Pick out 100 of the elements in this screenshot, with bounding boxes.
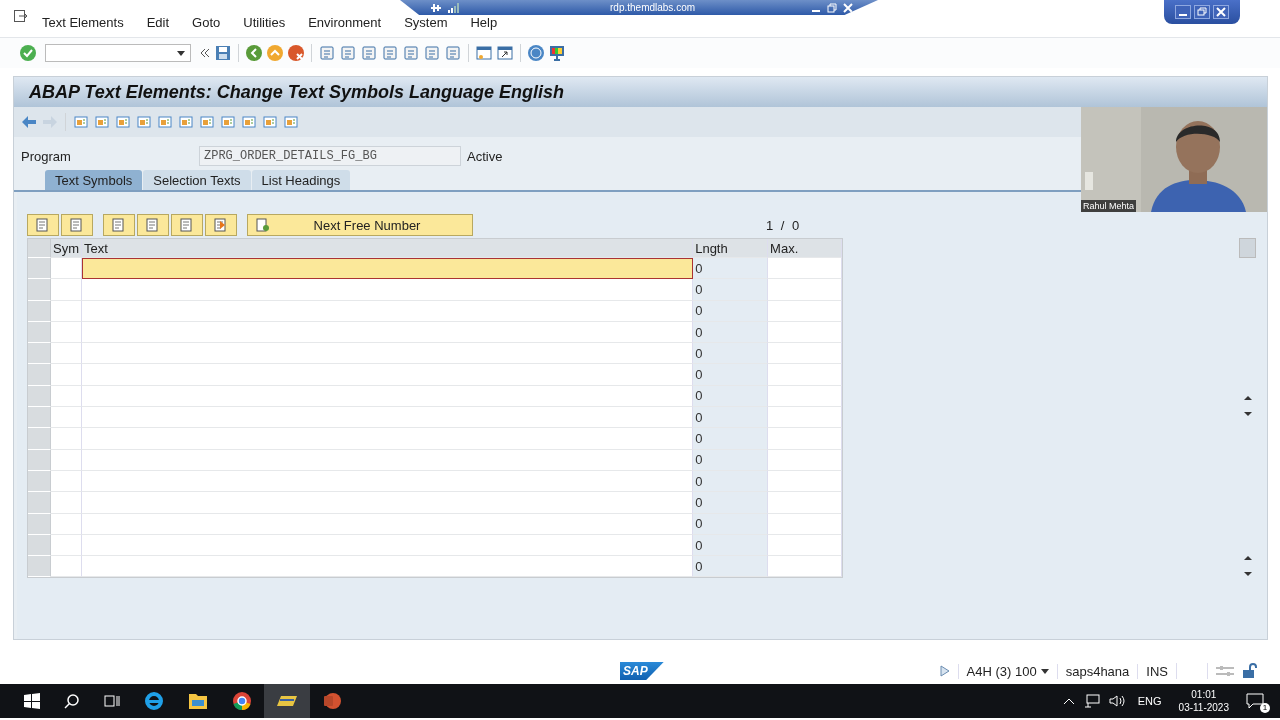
copy-button[interactable] xyxy=(171,214,203,236)
menu-item[interactable]: Text Elements xyxy=(42,15,124,30)
help-icon[interactable] xyxy=(528,45,544,61)
restore-icon[interactable] xyxy=(827,2,838,13)
insert-row-button[interactable] xyxy=(27,214,59,236)
table-cell[interactable] xyxy=(50,321,82,344)
clock-time[interactable]: 01:01 xyxy=(1191,688,1217,701)
table-cell[interactable] xyxy=(50,556,82,578)
pin-icon[interactable] xyxy=(430,2,442,13)
table-cell[interactable] xyxy=(81,534,694,557)
row-selector[interactable] xyxy=(28,300,51,322)
table-cell[interactable] xyxy=(81,364,694,386)
table-cell[interactable] xyxy=(81,300,694,322)
row-selector[interactable] xyxy=(28,279,51,301)
row-selector[interactable] xyxy=(28,321,51,344)
tab[interactable]: List Headings xyxy=(251,170,351,190)
row-selector[interactable] xyxy=(28,492,51,514)
task-view-icon[interactable] xyxy=(104,693,120,709)
run-button[interactable] xyxy=(205,214,237,236)
table-cell[interactable] xyxy=(50,258,82,280)
menu-item[interactable]: Edit xyxy=(146,15,170,30)
table-cell[interactable] xyxy=(81,513,694,535)
menu-item[interactable]: System xyxy=(404,15,448,30)
table-cell[interactable] xyxy=(768,449,842,471)
table-cell[interactable] xyxy=(768,470,842,493)
scroll-arrows-icon[interactable] xyxy=(1242,554,1253,579)
cancel-icon[interactable] xyxy=(288,45,304,61)
table-cell[interactable] xyxy=(81,492,694,514)
table-cell[interactable] xyxy=(768,321,842,344)
language-indicator[interactable]: ENG xyxy=(1137,695,1162,707)
menu-item[interactable]: Utilities xyxy=(243,15,286,30)
minimize-icon[interactable] xyxy=(1175,5,1191,19)
tab[interactable]: Selection Texts xyxy=(143,170,251,190)
row-selector[interactable] xyxy=(28,470,51,493)
table-cell[interactable] xyxy=(768,258,842,280)
table-cell[interactable] xyxy=(50,470,82,493)
table-cell[interactable] xyxy=(50,407,82,429)
caret-icon[interactable] xyxy=(1040,668,1049,674)
menu-item[interactable]: Environment xyxy=(308,15,382,30)
tab[interactable]: Text Symbols xyxy=(45,170,143,190)
network-icon[interactable] xyxy=(1083,694,1100,708)
table-cell[interactable] xyxy=(768,556,842,578)
play-icon[interactable] xyxy=(939,665,950,677)
table-cell[interactable] xyxy=(50,513,82,535)
speaker-icon[interactable] xyxy=(1108,694,1125,708)
add-row-button[interactable] xyxy=(103,214,135,236)
collapse-icon[interactable] xyxy=(200,48,210,58)
row-selector[interactable] xyxy=(28,343,51,365)
table-cell[interactable] xyxy=(768,513,842,535)
search-icon[interactable] xyxy=(64,693,80,709)
table-cell[interactable] xyxy=(81,470,694,493)
program-field[interactable]: ZPRG_ORDER_DETAILS_FG_BG xyxy=(199,146,461,166)
table-cell[interactable] xyxy=(768,300,842,322)
row-selector[interactable] xyxy=(28,385,51,408)
row-selector[interactable] xyxy=(28,513,51,535)
table-cell[interactable] xyxy=(50,364,82,386)
table-cell[interactable] xyxy=(81,407,694,429)
table-cell[interactable] xyxy=(81,428,694,450)
shortcut-icon[interactable] xyxy=(497,45,513,61)
next-free-number-button[interactable]: Next Free Number xyxy=(247,214,473,236)
table-cell[interactable] xyxy=(50,279,82,301)
new-session-icon[interactable] xyxy=(476,45,492,61)
select-all-cell[interactable] xyxy=(28,239,51,258)
notifications-button[interactable]: 1 xyxy=(1246,689,1270,713)
column-header[interactable]: Sym xyxy=(50,239,82,258)
table-cell[interactable] xyxy=(768,364,842,386)
table-cell[interactable] xyxy=(768,407,842,429)
clock-date[interactable]: 03-11-2023 xyxy=(1178,701,1229,714)
row-selector[interactable] xyxy=(28,556,51,578)
row-selector[interactable] xyxy=(28,428,51,450)
taskbar-app-button[interactable] xyxy=(264,684,310,718)
table-cell[interactable] xyxy=(768,279,842,301)
presentation-app-icon[interactable] xyxy=(322,691,342,711)
menu-item[interactable]: Goto xyxy=(192,15,221,30)
folder-icon[interactable] xyxy=(188,692,208,710)
delete-row-button[interactable] xyxy=(137,214,169,236)
table-cell[interactable] xyxy=(768,534,842,557)
close-icon[interactable] xyxy=(1213,5,1229,19)
table-cell[interactable] xyxy=(768,385,842,408)
row-selector[interactable] xyxy=(28,407,51,429)
table-cell[interactable] xyxy=(50,534,82,557)
table-cell[interactable] xyxy=(768,428,842,450)
monitor-icon[interactable] xyxy=(549,45,565,61)
command-field[interactable] xyxy=(45,44,191,62)
save-icon[interactable] xyxy=(215,45,231,61)
column-header[interactable]: Max. xyxy=(768,239,842,258)
menu-icon[interactable] xyxy=(14,10,28,22)
chevron-up-icon[interactable] xyxy=(1062,697,1075,705)
scrollbar-corner[interactable] xyxy=(1239,238,1256,258)
back-arrow-icon[interactable] xyxy=(21,115,37,129)
table-cell[interactable] xyxy=(81,279,694,301)
chrome-icon[interactable] xyxy=(232,691,252,711)
select-row-button[interactable] xyxy=(61,214,93,236)
settings-icon[interactable] xyxy=(1216,665,1234,677)
table-cell[interactable] xyxy=(81,343,694,365)
scroll-arrows-icon[interactable] xyxy=(1242,394,1253,419)
table-cell[interactable] xyxy=(81,321,694,344)
browser-icon[interactable] xyxy=(144,691,164,711)
system-info[interactable]: A4H (3) 100 xyxy=(957,663,1049,679)
table-cell[interactable] xyxy=(81,449,694,471)
